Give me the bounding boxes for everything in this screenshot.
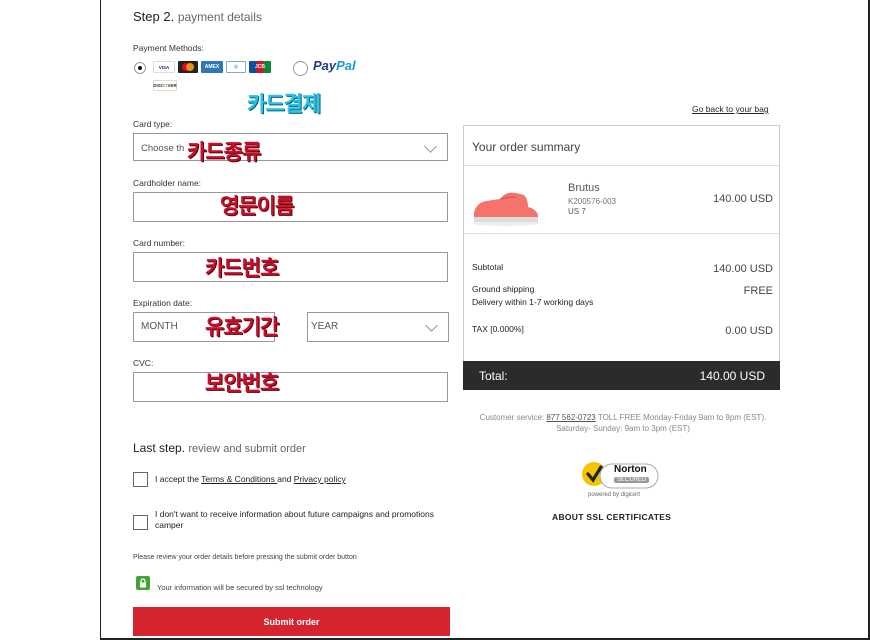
- card-logos: VISA AMEX ◎ JCB: [153, 61, 271, 73]
- submit-order-button[interactable]: Submit order: [133, 607, 450, 636]
- divider: [464, 165, 779, 166]
- product-price: 140.00 USD: [713, 193, 773, 205]
- subtotal-label: Subtotal: [472, 262, 504, 272]
- card-radio[interactable]: [134, 62, 146, 74]
- norton-powered: powered by digicert: [588, 492, 641, 498]
- subtotal-value: 140.00 USD: [713, 263, 773, 275]
- year-placeholder: YEAR: [311, 321, 339, 332]
- norton-secured-label: SECURED: [614, 477, 650, 483]
- norton-brand: Norton: [614, 464, 647, 475]
- order-summary-title: Your order summary: [472, 140, 581, 154]
- jcb-icon: JCB: [249, 61, 271, 73]
- total-value: 140.00 USD: [699, 369, 765, 383]
- lock-icon: [136, 576, 150, 590]
- phone-link[interactable]: 877 562-0723: [546, 413, 595, 422]
- product-name: Brutus: [568, 182, 600, 194]
- annotation-expiry: 유효기간: [205, 315, 279, 339]
- no-marketing-checkbox[interactable]: [133, 515, 148, 530]
- expiration-label: Expiration date:: [133, 298, 193, 308]
- cardholder-label: Cardholder name:: [133, 178, 202, 188]
- card-type-select[interactable]: Choose th: [133, 133, 448, 161]
- paypal-logo: PayPal: [313, 58, 356, 73]
- review-note: Please review your order details before …: [133, 554, 357, 561]
- annotation-card-number: 카드번호: [205, 256, 279, 280]
- card-type-placeholder: Choose th: [141, 143, 185, 154]
- product-code: K200576-003: [568, 197, 617, 206]
- paypal-radio[interactable]: [293, 61, 308, 76]
- product-size: US 7: [568, 207, 586, 216]
- cvc-input[interactable]: [133, 372, 448, 402]
- back-to-bag-link[interactable]: Go back to your bag: [692, 104, 769, 114]
- amex-icon: AMEX: [201, 61, 223, 73]
- verified-by-visa-icon: VISA: [153, 61, 175, 73]
- total-label: Total:: [479, 369, 508, 383]
- step2-title: Step 2. payment details: [133, 9, 262, 24]
- accept-terms-checkbox[interactable]: [133, 472, 148, 487]
- product-image: [470, 185, 542, 232]
- year-select[interactable]: YEAR: [307, 312, 449, 342]
- tax-label: TAX [0.000%]: [472, 324, 524, 334]
- accept-terms-text: I accept the Terms & Conditions and Priv…: [155, 474, 346, 484]
- terms-link[interactable]: Terms & Conditions: [201, 474, 277, 484]
- card-number-label: Card number:: [133, 238, 185, 248]
- month-placeholder: MONTH: [141, 321, 178, 332]
- card-number-input[interactable]: [133, 252, 448, 282]
- discover-icon: DISC O VER: [153, 80, 177, 91]
- no-marketing-text: I don't want to receive information abou…: [155, 509, 434, 530]
- card-type-label: Card type:: [133, 119, 173, 129]
- shipping-label: Ground shipping: [472, 284, 535, 294]
- about-ssl-link[interactable]: ABOUT SSL CERTIFICATES: [552, 512, 671, 522]
- payment-methods-label: Payment Methods:: [133, 43, 204, 53]
- cvc-label: CVC:: [133, 358, 154, 368]
- divider: [464, 233, 779, 234]
- customer-service-text: Customer service: 877 562-0723 TOLL FREE…: [479, 413, 767, 433]
- diners-icon: ◎: [226, 61, 246, 73]
- last-step-title: Last step. review and submit order: [133, 441, 306, 455]
- annotation-security-code: 보안번호: [205, 371, 279, 395]
- tax-value: 0.00 USD: [725, 325, 773, 337]
- annotation-card-type: 카드종류: [187, 140, 261, 164]
- mastercard-icon: [178, 61, 198, 73]
- ssl-note: Your information will be secured by ssl …: [157, 583, 323, 592]
- chevron-down-icon: [425, 319, 438, 332]
- annotation-card-payment: 카드결제: [247, 92, 321, 116]
- shipping-detail: Delivery within 1-7 working days: [472, 297, 594, 307]
- privacy-link[interactable]: Privacy policy: [294, 474, 346, 484]
- shipping-value: FREE: [743, 285, 773, 297]
- chevron-down-icon: [424, 140, 437, 153]
- annotation-english-name: 영문이름: [220, 194, 294, 218]
